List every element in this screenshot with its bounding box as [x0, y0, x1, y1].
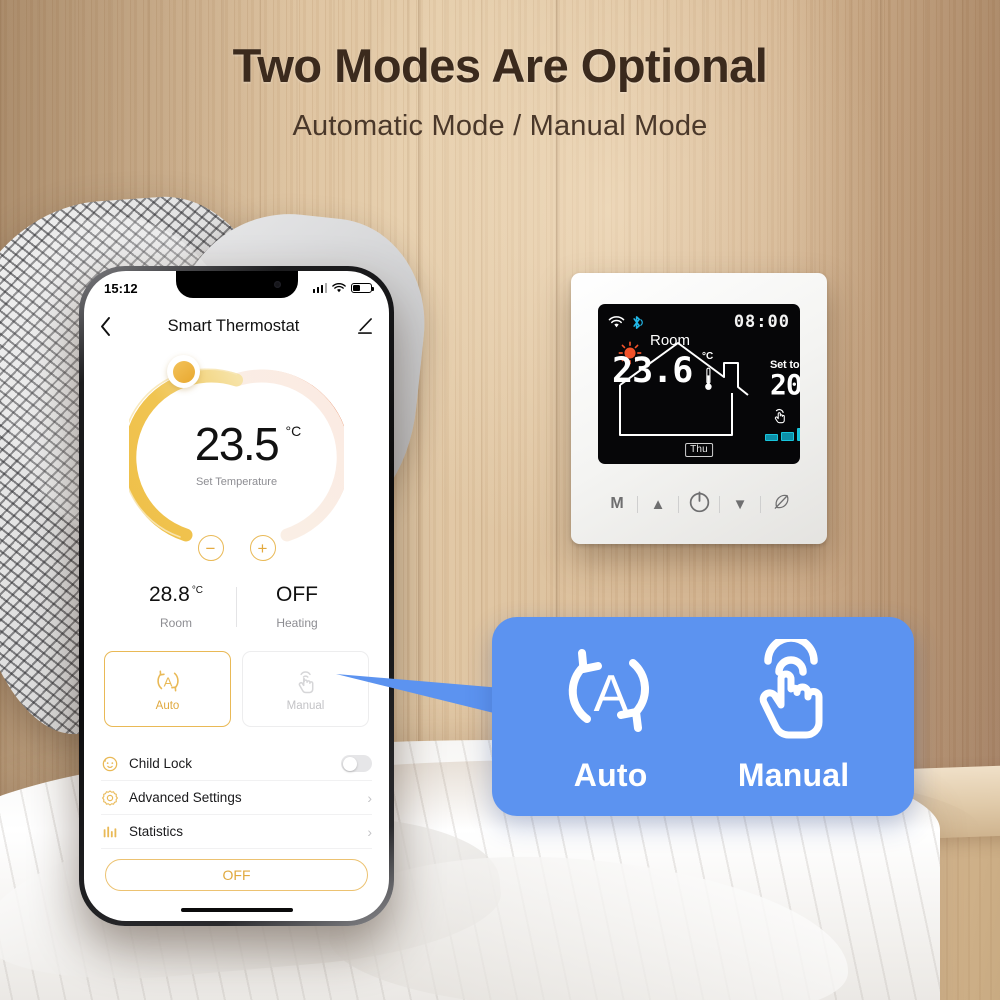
battery-icon [351, 282, 375, 294]
temperature-minus-button[interactable]: − [197, 535, 224, 561]
app-header: Smart Thermostat [84, 309, 389, 343]
auto-mode-icon: A [568, 649, 649, 732]
callout-label-manual: Manual [737, 757, 850, 793]
power-button[interactable] [679, 489, 719, 519]
lcd-current-unit: °C [702, 351, 714, 362]
temp-down-button[interactable]: ▼ [720, 496, 760, 513]
svg-text:A: A [163, 674, 172, 689]
edit-pencil-icon[interactable] [356, 317, 373, 335]
home-indicator [180, 907, 293, 912]
chevron-right-icon: › [367, 789, 372, 806]
front-camera-icon [273, 281, 281, 288]
back-chevron-icon[interactable] [100, 316, 111, 336]
page-title: Two Modes Are Optional [232, 39, 768, 92]
chevron-right-icon: › [367, 823, 372, 840]
temperature-dial[interactable]: 23.5 °C Set Temperature − + [129, 355, 344, 561]
leaf-icon [774, 494, 788, 509]
temperature-plus-button[interactable]: + [249, 535, 276, 561]
list-label-advanced-settings: Advanced Settings [129, 790, 242, 805]
stat-heating-state: OFF Heating [249, 583, 345, 630]
set-temperature-unit: °C [285, 423, 302, 439]
lcd-current-temperature: 23.6 [612, 351, 693, 391]
heating-state-label: Heating [276, 616, 318, 630]
cellular-signal-icon [312, 283, 327, 293]
dial-knob-icon[interactable] [167, 355, 200, 388]
eco-leaf-button[interactable] [761, 492, 801, 516]
heating-state-value: OFF [276, 583, 318, 606]
thermostat-button-row: M ▲ ▼ [571, 486, 827, 522]
callout-item-manual: Manual [738, 639, 849, 794]
page-subtitle: Automatic Mode / Manual Mode [292, 110, 708, 142]
set-temperature-value: 23.5 °C [194, 418, 302, 470]
list-item-statistics[interactable]: Statistics › [101, 815, 372, 849]
bluetooth-icon [633, 315, 643, 329]
child-lock-toggle[interactable] [341, 755, 372, 772]
list-label-statistics: Statistics [129, 824, 184, 839]
status-time: 15:12 [104, 280, 138, 296]
svg-text:A: A [593, 665, 628, 723]
mode-label-manual: Manual [286, 700, 325, 712]
mode-label-auto: Auto [155, 700, 180, 712]
temperature-stepper: − + [129, 535, 344, 561]
wifi-icon [332, 282, 346, 292]
room-temperature-value: 28.8 °C [148, 583, 204, 606]
power-off-button[interactable]: OFF [105, 859, 368, 891]
mode-callout-panel: A Auto Manual [492, 617, 914, 816]
mode-button-auto[interactable]: A Auto [104, 651, 231, 727]
room-temperature-unit: °C [191, 585, 204, 596]
child-lock-icon [102, 756, 118, 771]
thermostat-device: 08:00 Room 23.6 °C Set to 20 Thu M ▲ ▼ [571, 273, 827, 544]
stats-row: 28.8 °C Room OFF Heating [84, 583, 389, 630]
stats-divider [236, 586, 237, 627]
lcd-status-row: 08:00 [608, 312, 790, 332]
mode-button[interactable]: M [597, 495, 637, 513]
phone-notch [175, 271, 298, 298]
phone-screen: 15:12 Smart Thermostat 23.5 °C Set Tempe… [84, 271, 389, 921]
settings-list: Child Lock Advanced Settings › Statistic… [84, 747, 389, 849]
list-item-child-lock[interactable]: Child Lock [101, 747, 372, 781]
manual-hand-icon [759, 639, 823, 739]
list-label-child-lock: Child Lock [129, 756, 193, 771]
thermometer-icon [705, 367, 712, 390]
set-temperature-caption: Set Temperature [195, 476, 278, 488]
gear-icon [102, 789, 118, 806]
phone-mockup: 15:12 Smart Thermostat 23.5 °C Set Tempe… [79, 266, 394, 926]
temp-up-button[interactable]: ▲ [638, 496, 678, 513]
callout-item-auto: A Auto [557, 639, 665, 794]
lcd-setpoint-value: 20 [770, 368, 800, 401]
heat-level-bars-icon [765, 428, 800, 441]
room-temperature-label: Room [159, 616, 192, 630]
lcd-day-indicator: Thu [685, 443, 713, 457]
page-title-phone: Smart Thermostat [167, 316, 300, 335]
list-item-advanced-settings[interactable]: Advanced Settings › [101, 781, 372, 815]
thermostat-lcd-screen: 08:00 Room 23.6 °C Set to 20 Thu [598, 304, 800, 464]
lcd-setpoint-block: Set to 20 °C .5 [770, 359, 800, 399]
phone-content: 23.5 °C Set Temperature − + 28.8 °C Room O… [84, 343, 389, 921]
auto-mode-icon: A [156, 670, 179, 692]
lcd-room-label: Room [650, 332, 691, 349]
manual-hand-icon [298, 671, 313, 694]
manual-hand-icon [774, 408, 785, 424]
wifi-icon [608, 315, 625, 327]
bar-chart-icon [103, 826, 117, 837]
stat-room-temperature: 28.8 °C Room [128, 583, 224, 630]
lcd-clock: 08:00 [733, 312, 790, 332]
dial-readout: 23.5 °C Set Temperature [129, 421, 344, 488]
callout-label-auto: Auto [573, 757, 648, 793]
power-icon [689, 491, 709, 513]
